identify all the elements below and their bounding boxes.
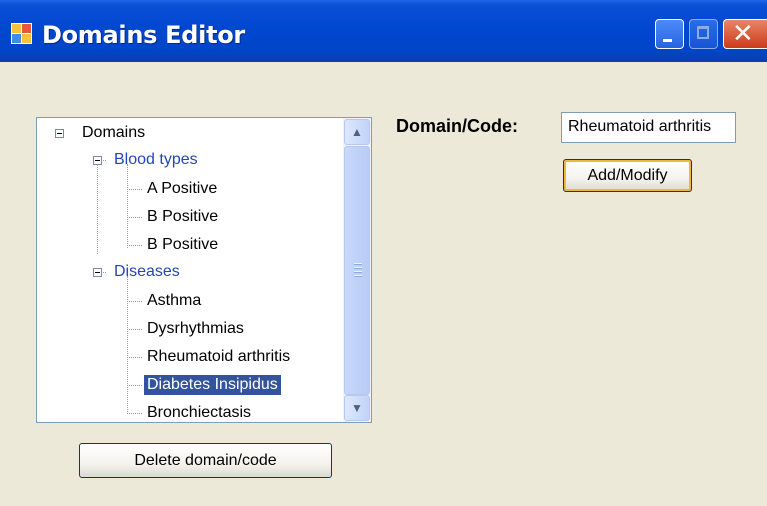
add-modify-button[interactable]: Add/Modify — [563, 159, 692, 192]
domain-code-input[interactable]: Rheumatoid arthritis — [561, 112, 736, 143]
domain-code-label: Domain/Code: — [396, 116, 519, 136]
tree-node-a-positive[interactable]: A Positive — [147, 179, 217, 199]
grip-line — [354, 275, 362, 277]
minimize-button[interactable] — [655, 19, 684, 49]
maximize-button[interactable] — [689, 19, 718, 49]
tree-node-bronchiectasis[interactable]: Bronchiectasis — [147, 403, 251, 422]
tree-line — [97, 160, 98, 254]
expander-domains-icon[interactable] — [55, 129, 64, 138]
expander-diseases-icon[interactable] — [93, 268, 102, 277]
tree-line — [127, 276, 128, 412]
domains-tree-view[interactable]: Domains Blood types A Positive B Positiv… — [36, 117, 372, 423]
scroll-thumb[interactable] — [344, 146, 370, 395]
tree-node-asthma[interactable]: Asthma — [147, 291, 201, 311]
tree-line — [127, 217, 142, 218]
tree-line — [127, 385, 142, 386]
tree-vertical-scrollbar[interactable]: ▲ ▼ — [343, 118, 371, 422]
expander-blood-types-icon[interactable] — [93, 156, 102, 165]
tree-line — [127, 329, 142, 330]
tree-node-domains[interactable]: Domains — [82, 123, 145, 143]
tree-line — [127, 189, 142, 190]
title-bar[interactable]: Domains Editor ✕ — [0, 0, 767, 62]
chevron-down-icon: ▼ — [351, 401, 363, 415]
domains-editor-window: Domains Editor ✕ Domains Blood types A P… — [0, 0, 767, 506]
grip-line — [354, 271, 362, 273]
tree-node-diabetes-insipidus-selected[interactable]: Diabetes Insipidus — [144, 375, 281, 395]
tree-line — [127, 301, 142, 302]
tree-line — [127, 357, 142, 358]
delete-domain-code-button[interactable]: Delete domain/code — [79, 443, 332, 478]
tree-viewport: Domains Blood types A Positive B Positiv… — [37, 118, 343, 422]
tree-line — [127, 413, 142, 414]
client-area: Domains Blood types A Positive B Positiv… — [0, 62, 767, 506]
minimize-icon — [663, 39, 672, 42]
close-button[interactable]: ✕ — [723, 19, 767, 49]
grip-line — [354, 267, 362, 269]
tree-node-dysrhythmias[interactable]: Dysrhythmias — [147, 319, 244, 339]
tree-node-diseases[interactable]: Diseases — [114, 262, 180, 282]
tree-node-rheumatoid-arthritis[interactable]: Rheumatoid arthritis — [147, 347, 290, 367]
scroll-down-button[interactable]: ▼ — [344, 395, 370, 421]
maximize-icon — [697, 26, 709, 39]
scroll-up-button[interactable]: ▲ — [344, 119, 370, 145]
tree-node-b-positive[interactable]: B Positive — [147, 207, 218, 227]
tree-line — [127, 164, 128, 248]
close-icon: ✕ — [732, 19, 754, 49]
chevron-up-icon: ▲ — [351, 125, 363, 139]
tree-node-blood-types[interactable]: Blood types — [114, 150, 198, 170]
window-title: Domains Editor — [42, 21, 245, 49]
app-window-icon — [11, 23, 33, 45]
tree-line — [127, 245, 142, 246]
grip-line — [354, 263, 362, 265]
tree-node-b-positive-2[interactable]: B Positive — [147, 235, 218, 255]
